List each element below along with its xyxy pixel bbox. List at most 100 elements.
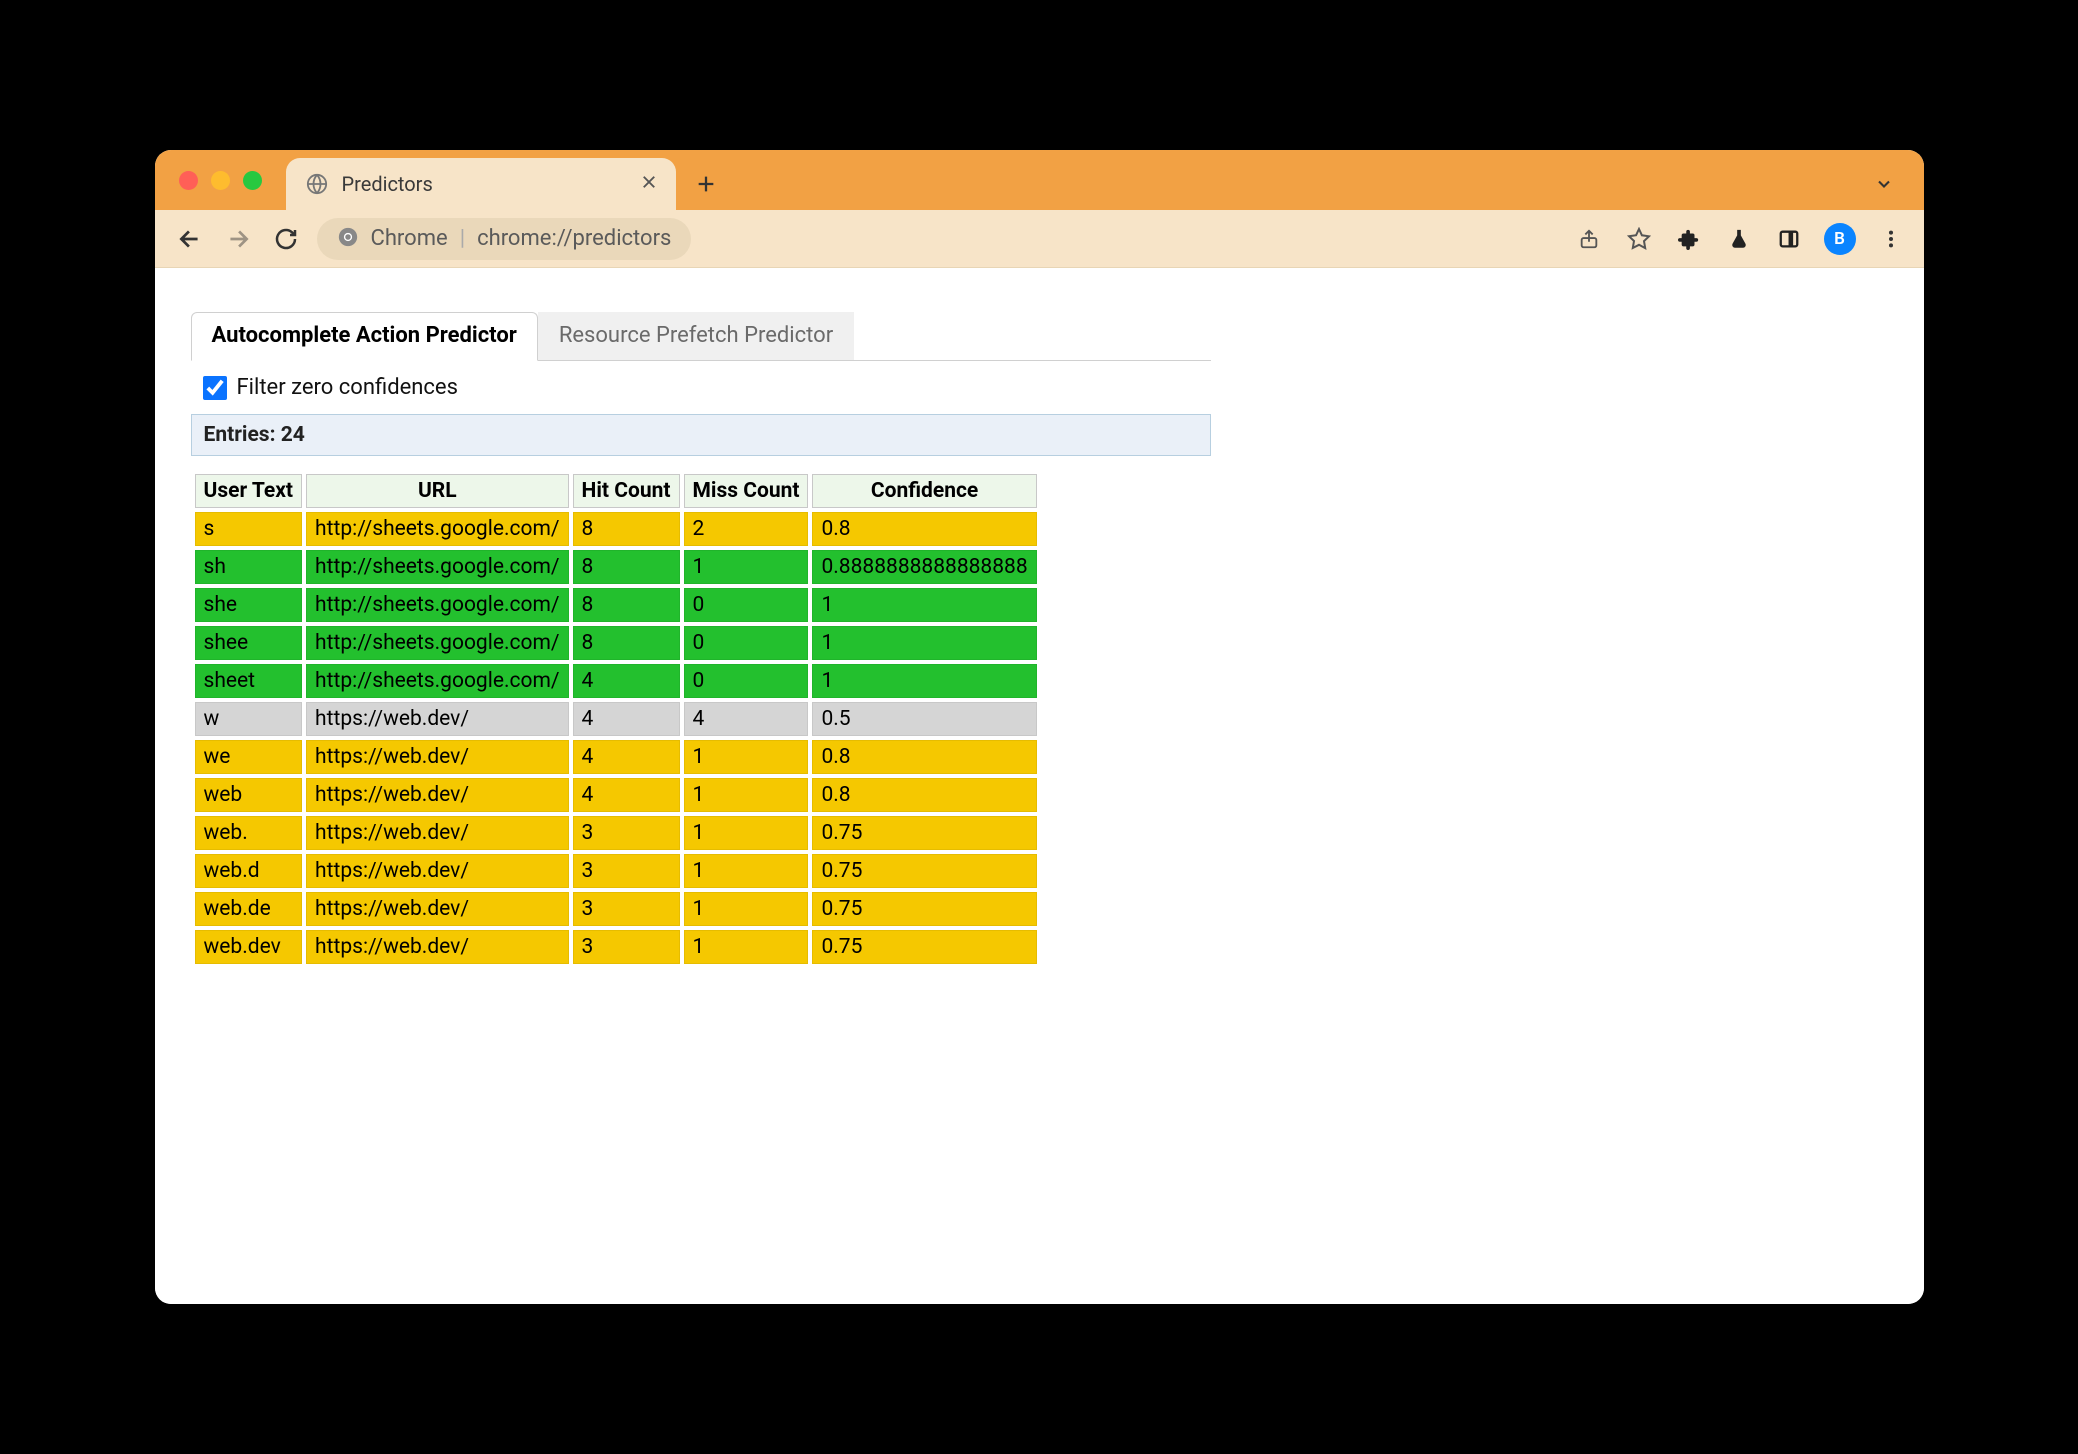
cell-url: https://web.dev/ bbox=[306, 778, 569, 812]
tab-dropdown-button[interactable] bbox=[1864, 164, 1904, 204]
table-row: shhttp://sheets.google.com/810.888888888… bbox=[195, 550, 1037, 584]
cell-user_text: shee bbox=[195, 626, 303, 660]
cell-url: http://sheets.google.com/ bbox=[306, 588, 569, 622]
new-tab-button[interactable] bbox=[686, 164, 726, 204]
predictors-table: User Text URL Hit Count Miss Count Confi… bbox=[191, 470, 1041, 968]
maximize-window-button[interactable] bbox=[243, 171, 262, 190]
labs-icon[interactable] bbox=[1724, 224, 1754, 254]
page-content: Autocomplete Action Predictor Resource P… bbox=[155, 268, 1924, 1304]
back-button[interactable] bbox=[173, 222, 207, 256]
cell-conf: 0.75 bbox=[812, 930, 1036, 964]
col-miss-count[interactable]: Miss Count bbox=[684, 474, 809, 508]
table-row: web.dehttps://web.dev/310.75 bbox=[195, 892, 1037, 926]
cell-hit: 8 bbox=[573, 550, 680, 584]
side-panel-icon[interactable] bbox=[1774, 224, 1804, 254]
reload-button[interactable] bbox=[269, 222, 303, 256]
cell-conf: 1 bbox=[812, 664, 1036, 698]
col-user-text[interactable]: User Text bbox=[195, 474, 303, 508]
table-row: sheethttp://sheets.google.com/401 bbox=[195, 664, 1037, 698]
profile-avatar[interactable]: B bbox=[1824, 223, 1856, 255]
col-url[interactable]: URL bbox=[306, 474, 569, 508]
table-row: whttps://web.dev/440.5 bbox=[195, 702, 1037, 736]
omnibox-divider: | bbox=[460, 226, 465, 251]
cell-miss: 0 bbox=[684, 664, 809, 698]
table-row: wehttps://web.dev/410.8 bbox=[195, 740, 1037, 774]
cell-conf: 0.75 bbox=[812, 854, 1036, 888]
cell-url: https://web.dev/ bbox=[306, 854, 569, 888]
cell-hit: 8 bbox=[573, 512, 680, 546]
table-row: shttp://sheets.google.com/820.8 bbox=[195, 512, 1037, 546]
cell-miss: 1 bbox=[684, 930, 809, 964]
cell-conf: 0.8888888888888888 bbox=[812, 550, 1036, 584]
cell-hit: 3 bbox=[573, 892, 680, 926]
toolbar: Chrome | chrome://predictors B bbox=[155, 210, 1924, 268]
toolbar-actions: B bbox=[1574, 223, 1906, 255]
cell-user_text: web bbox=[195, 778, 303, 812]
col-hit-count[interactable]: Hit Count bbox=[573, 474, 680, 508]
cell-conf: 0.75 bbox=[812, 816, 1036, 850]
cell-hit: 4 bbox=[573, 664, 680, 698]
filter-row: Filter zero confidences bbox=[191, 361, 1211, 414]
bookmark-star-icon[interactable] bbox=[1624, 224, 1654, 254]
table-header-row: User Text URL Hit Count Miss Count Confi… bbox=[195, 474, 1037, 508]
cell-hit: 4 bbox=[573, 702, 680, 736]
cell-user_text: web.dev bbox=[195, 930, 303, 964]
cell-miss: 4 bbox=[684, 702, 809, 736]
cell-hit: 8 bbox=[573, 626, 680, 660]
forward-button[interactable] bbox=[221, 222, 255, 256]
cell-hit: 3 bbox=[573, 854, 680, 888]
filter-zero-confidences-checkbox[interactable] bbox=[203, 376, 227, 400]
page-tabs: Autocomplete Action Predictor Resource P… bbox=[191, 312, 1211, 361]
tab-title: Predictors bbox=[342, 172, 433, 196]
menu-icon[interactable] bbox=[1876, 224, 1906, 254]
cell-miss: 0 bbox=[684, 626, 809, 660]
cell-url: https://web.dev/ bbox=[306, 816, 569, 850]
cell-user_text: w bbox=[195, 702, 303, 736]
cell-conf: 1 bbox=[812, 588, 1036, 622]
table-row: web.https://web.dev/310.75 bbox=[195, 816, 1037, 850]
close-window-button[interactable] bbox=[179, 171, 198, 190]
cell-hit: 3 bbox=[573, 930, 680, 964]
extensions-icon[interactable] bbox=[1674, 224, 1704, 254]
cell-miss: 1 bbox=[684, 550, 809, 584]
omnibox[interactable]: Chrome | chrome://predictors bbox=[317, 218, 692, 260]
cell-hit: 4 bbox=[573, 778, 680, 812]
browser-tab[interactable]: Predictors bbox=[286, 158, 676, 210]
col-confidence[interactable]: Confidence bbox=[812, 474, 1036, 508]
cell-miss: 1 bbox=[684, 778, 809, 812]
entries-count-bar: Entries: 24 bbox=[191, 414, 1211, 456]
share-icon[interactable] bbox=[1574, 224, 1604, 254]
tab-strip: Predictors bbox=[155, 150, 1924, 210]
cell-user_text: s bbox=[195, 512, 303, 546]
cell-miss: 1 bbox=[684, 740, 809, 774]
cell-miss: 0 bbox=[684, 588, 809, 622]
cell-conf: 0.8 bbox=[812, 512, 1036, 546]
cell-user_text: web.de bbox=[195, 892, 303, 926]
cell-user_text: sheet bbox=[195, 664, 303, 698]
tab-resource-prefetch-predictor[interactable]: Resource Prefetch Predictor bbox=[538, 312, 854, 360]
cell-hit: 3 bbox=[573, 816, 680, 850]
cell-hit: 8 bbox=[573, 588, 680, 622]
cell-url: http://sheets.google.com/ bbox=[306, 512, 569, 546]
cell-user_text: we bbox=[195, 740, 303, 774]
cell-miss: 1 bbox=[684, 816, 809, 850]
cell-user_text: web. bbox=[195, 816, 303, 850]
cell-url: https://web.dev/ bbox=[306, 892, 569, 926]
minimize-window-button[interactable] bbox=[211, 171, 230, 190]
cell-conf: 0.8 bbox=[812, 740, 1036, 774]
browser-window: Predictors Chrome | ch bbox=[155, 150, 1924, 1304]
table-row: sheehttp://sheets.google.com/801 bbox=[195, 626, 1037, 660]
cell-miss: 2 bbox=[684, 512, 809, 546]
chrome-product-icon bbox=[337, 226, 359, 252]
globe-icon bbox=[306, 173, 328, 195]
cell-user_text: she bbox=[195, 588, 303, 622]
cell-url: https://web.dev/ bbox=[306, 702, 569, 736]
filter-zero-confidences-label: Filter zero confidences bbox=[237, 375, 458, 400]
cell-miss: 1 bbox=[684, 854, 809, 888]
cell-conf: 1 bbox=[812, 626, 1036, 660]
table-row: shehttp://sheets.google.com/801 bbox=[195, 588, 1037, 622]
tab-autocomplete-action-predictor[interactable]: Autocomplete Action Predictor bbox=[191, 312, 538, 361]
table-row: web.dhttps://web.dev/310.75 bbox=[195, 854, 1037, 888]
tab-close-icon[interactable] bbox=[640, 173, 658, 195]
cell-miss: 1 bbox=[684, 892, 809, 926]
